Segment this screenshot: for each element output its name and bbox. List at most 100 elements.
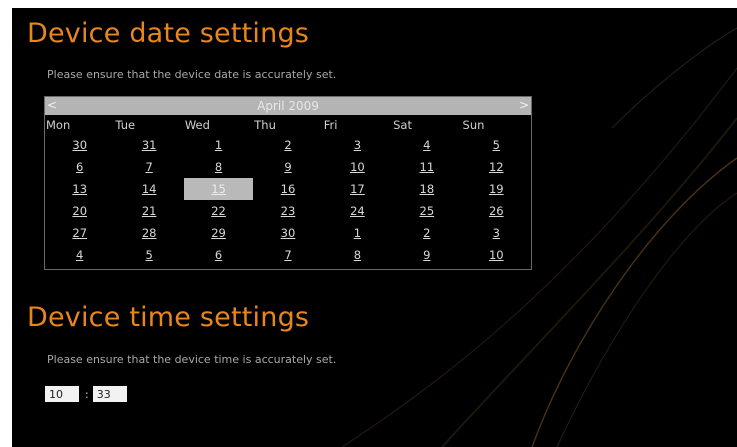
calendar-day-link[interactable]: 22 <box>211 204 226 218</box>
calendar-day-link[interactable]: 5 <box>493 138 500 152</box>
calendar-day-link[interactable]: 7 <box>145 160 152 174</box>
calendar-day-link[interactable]: 30 <box>281 226 296 240</box>
calendar-day-link[interactable]: 21 <box>142 204 157 218</box>
calendar-day-cell: 20 <box>45 200 114 222</box>
date-calendar: < April 2009 > Mon Tue Wed Thu Fri Sat S… <box>44 96 532 270</box>
calendar-day-cell: 18 <box>392 178 461 200</box>
calendar-day-link[interactable]: 3 <box>493 226 500 240</box>
calendar-day-cell: 3 <box>462 222 531 244</box>
calendar-week-row: 13 14 15 16 17 18 19 <box>45 178 531 200</box>
calendar-day-link[interactable]: 2 <box>284 138 291 152</box>
calendar-week-row: 4 5 6 7 8 9 10 <box>45 244 531 266</box>
calendar-day-link[interactable]: 7 <box>284 248 291 262</box>
calendar-day-link-selected[interactable]: 15 <box>211 182 226 196</box>
calendar-day-cell: 24 <box>323 200 392 222</box>
calendar-day-cell: 27 <box>45 222 114 244</box>
time-settings-title: Device time settings <box>27 302 310 333</box>
calendar-day-link[interactable]: 31 <box>142 138 157 152</box>
weekday-row: Mon Tue Wed Thu Fri Sat Sun <box>45 115 531 134</box>
weekday-label: Tue <box>115 117 136 132</box>
calendar-day-link[interactable]: 9 <box>423 248 430 262</box>
calendar-day-cell: 22 <box>184 200 253 222</box>
time-separator: : <box>85 387 89 401</box>
calendar-day-link[interactable]: 8 <box>354 248 361 262</box>
calendar-day-cell: 6 <box>184 244 253 266</box>
calendar-day-cell: 13 <box>45 178 114 200</box>
calendar-days: 30 31 1 2 3 4 5 6 7 8 9 10 11 12 13 14 1… <box>45 134 531 266</box>
calendar-day-link[interactable]: 24 <box>350 204 365 218</box>
calendar-day-link[interactable]: 28 <box>142 226 157 240</box>
calendar-day-link[interactable]: 8 <box>215 160 222 174</box>
calendar-day-cell: 26 <box>462 200 531 222</box>
calendar-day-link[interactable]: 26 <box>489 204 504 218</box>
calendar-day-cell: 1 <box>184 134 253 156</box>
calendar-day-cell: 10 <box>462 244 531 266</box>
weekday-label: Wed <box>184 117 210 132</box>
calendar-day-cell: 23 <box>253 200 322 222</box>
calendar-week-row: 30 31 1 2 3 4 5 <box>45 134 531 156</box>
calendar-day-link[interactable]: 1 <box>215 138 222 152</box>
calendar-day-cell: 6 <box>45 156 114 178</box>
calendar-day-link[interactable]: 20 <box>72 204 87 218</box>
calendar-day-cell: 29 <box>184 222 253 244</box>
hour-input[interactable] <box>45 386 79 402</box>
calendar-day-cell: 5 <box>462 134 531 156</box>
calendar-day-link[interactable]: 12 <box>489 160 504 174</box>
calendar-day-link[interactable]: 16 <box>281 182 296 196</box>
calendar-day-cell: 30 <box>45 134 114 156</box>
minute-input[interactable] <box>92 386 127 402</box>
calendar-day-link[interactable]: 6 <box>215 248 222 262</box>
calendar-day-cell: 2 <box>392 222 461 244</box>
calendar-day-cell: 10 <box>323 156 392 178</box>
calendar-day-cell: 12 <box>462 156 531 178</box>
calendar-day-link[interactable]: 14 <box>142 182 157 196</box>
calendar-day-link[interactable]: 30 <box>72 138 87 152</box>
calendar-day-cell: 21 <box>114 200 183 222</box>
calendar-day-cell: 19 <box>462 178 531 200</box>
calendar-day-cell: 3 <box>323 134 392 156</box>
calendar-day-link[interactable]: 2 <box>423 226 430 240</box>
calendar-week-row: 6 7 8 9 10 11 12 <box>45 156 531 178</box>
calendar-day-link[interactable]: 29 <box>211 226 226 240</box>
calendar-day-cell: 4 <box>45 244 114 266</box>
calendar-day-cell: 25 <box>392 200 461 222</box>
calendar-day-cell: 7 <box>253 244 322 266</box>
calendar-day-link[interactable]: 3 <box>354 138 361 152</box>
calendar-day-link[interactable]: 4 <box>423 138 430 152</box>
calendar-day-link[interactable]: 4 <box>76 248 83 262</box>
calendar-day-cell: 28 <box>114 222 183 244</box>
calendar-day-link[interactable]: 9 <box>284 160 291 174</box>
calendar-day-link[interactable]: 25 <box>420 204 435 218</box>
calendar-day-cell: 31 <box>114 134 183 156</box>
calendar-day-link[interactable]: 10 <box>350 160 365 174</box>
calendar-day-link[interactable]: 19 <box>489 182 504 196</box>
calendar-day-link[interactable]: 11 <box>420 160 435 174</box>
calendar-day-cell: 9 <box>392 244 461 266</box>
calendar-day-link[interactable]: 23 <box>281 204 296 218</box>
calendar-day-cell: 8 <box>323 244 392 266</box>
calendar-header: < April 2009 > <box>45 97 531 115</box>
calendar-day-link[interactable]: 18 <box>420 182 435 196</box>
calendar-day-link[interactable]: 17 <box>350 182 365 196</box>
calendar-day-cell: 9 <box>253 156 322 178</box>
calendar-day-link[interactable]: 5 <box>145 248 152 262</box>
calendar-day-cell: 5 <box>114 244 183 266</box>
calendar-day-cell-selected: 15 <box>183 178 254 200</box>
next-month-button[interactable]: > <box>519 98 529 112</box>
calendar-day-cell: 14 <box>114 178 183 200</box>
calendar-day-link[interactable]: 1 <box>354 226 361 240</box>
calendar-day-link[interactable]: 13 <box>72 182 87 196</box>
calendar-day-cell: 4 <box>392 134 461 156</box>
calendar-day-cell: 8 <box>184 156 253 178</box>
calendar-week-row: 27 28 29 30 1 2 3 <box>45 222 531 244</box>
calendar-day-cell: 16 <box>253 178 322 200</box>
time-input-row: : <box>45 386 127 402</box>
calendar-day-link[interactable]: 27 <box>72 226 87 240</box>
date-settings-title: Device date settings <box>27 18 310 49</box>
calendar-day-link[interactable]: 6 <box>76 160 83 174</box>
weekday-label: Thu <box>254 117 276 132</box>
weekday-label: Sat <box>393 117 412 132</box>
calendar-month-title: April 2009 <box>257 99 319 113</box>
calendar-day-cell: 1 <box>323 222 392 244</box>
calendar-day-link[interactable]: 10 <box>489 248 504 262</box>
